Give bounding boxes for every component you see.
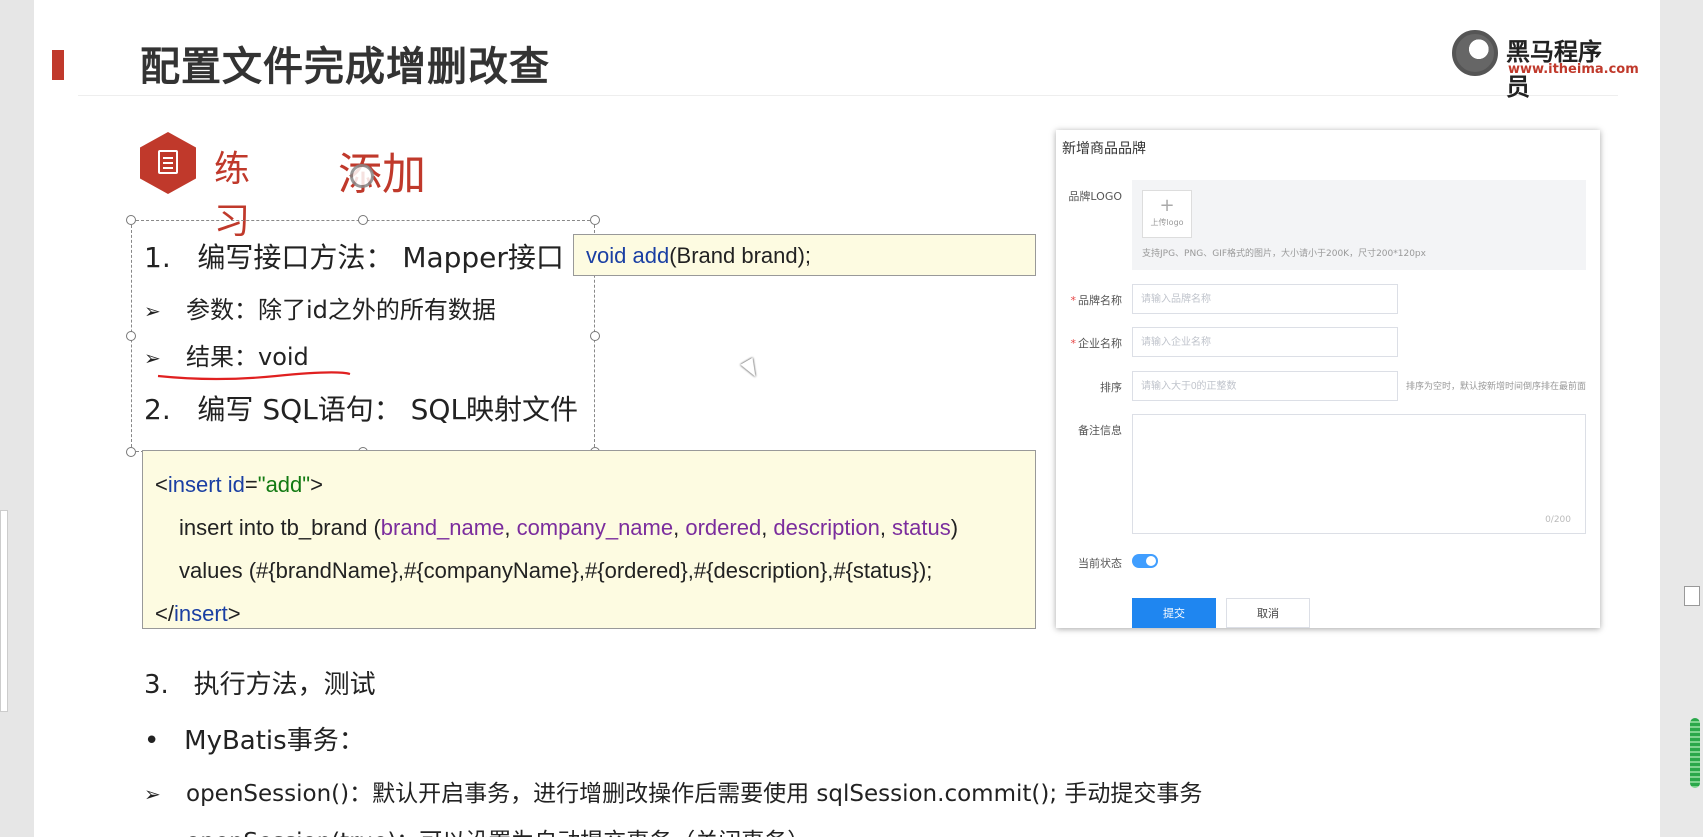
rotate-handle-icon[interactable] — [350, 164, 374, 188]
arrow-bullet-icon: ➢ — [144, 830, 166, 837]
remark-field[interactable]: 0/200 — [1132, 414, 1586, 534]
logo-url: www.itheima.com — [1508, 62, 1639, 77]
slide-title: 配置文件完成增删改查 — [140, 44, 550, 90]
resize-handle-bl[interactable] — [126, 447, 136, 457]
param-line: ➢ 参数：除了id之外的所有数据 — [144, 296, 496, 324]
resize-handle-ml[interactable] — [126, 331, 136, 341]
step-3-number: 3. — [144, 670, 169, 700]
remark-counter: 0/200 — [1545, 515, 1571, 525]
cancel-button[interactable]: 取消 — [1226, 598, 1310, 628]
xml-insert-line: insert into tb_brand (brand_name, compan… — [179, 515, 959, 540]
brand-name-input[interactable] — [1133, 285, 1397, 313]
step-3: 3. 执行方法，测试 — [144, 664, 376, 701]
resize-handle-tr[interactable] — [590, 215, 600, 225]
company-name-label: * 企业名称 — [1070, 337, 1123, 350]
resize-handle-tl[interactable] — [126, 215, 136, 225]
open-session-true-line: ➢openSession(true)：可以设置为自动提交事务（关闭事务） — [144, 822, 810, 837]
status-label: 当前状态 — [1078, 557, 1122, 570]
panel-toggle-box[interactable] — [1684, 586, 1700, 606]
left-panel-strip — [0, 0, 34, 837]
step-2-number: 2. — [144, 393, 171, 426]
signature-params: (Brand brand); — [669, 243, 812, 268]
resize-handle-tm[interactable] — [358, 215, 368, 225]
step-2-text: 编写 SQL语句： SQL映射文件 — [197, 393, 579, 426]
upload-logo-button[interactable]: + 上传logo — [1142, 190, 1192, 238]
document-icon — [158, 150, 178, 174]
company-name-field[interactable] — [1132, 327, 1398, 357]
form-title: 新增商品品牌 — [1062, 141, 1146, 157]
order-hint: 排序为空时，默认按新增时间倒序排在最前面 — [1406, 382, 1587, 392]
step-3-text: 执行方法，测试 — [193, 670, 376, 700]
logo-label: 品牌LOGO — [1068, 190, 1122, 203]
method-signature-box: void add(Brand brand); — [573, 234, 1036, 276]
left-scroll-thumb[interactable] — [0, 510, 8, 712]
logo-upload-area: + 上传logo 支持JPG、PNG、GIF格式的图片，大小请小于200K，尺寸… — [1132, 180, 1586, 270]
order-field[interactable] — [1132, 371, 1398, 401]
remark-label: 备注信息 — [1078, 424, 1122, 437]
horse-logo-icon — [1452, 30, 1498, 76]
red-underline-annotation — [157, 371, 351, 381]
mybatis-tx-bullet: • MyBatis事务： — [144, 726, 365, 756]
logo-hint: 支持JPG、PNG、GIF格式的图片，大小请小于200K，尺寸200*120px — [1142, 249, 1426, 259]
remark-textarea[interactable] — [1133, 415, 1585, 533]
step-1: 1. 编写接口方法： Mapper接口 — [144, 236, 564, 276]
brand-logo: 黑马程序员 www.itheima.com — [1452, 30, 1639, 101]
practice-hex-icon — [140, 132, 196, 194]
xml-close-line: </insert> — [155, 601, 241, 626]
new-brand-form: 新增商品品牌 品牌LOGO + 上传logo 支持JPG、PNG、GIF格式的图… — [1056, 130, 1600, 628]
brand-name-field[interactable] — [1132, 284, 1398, 314]
step-1-number: 1. — [144, 241, 171, 274]
submit-button[interactable]: 提交 — [1132, 598, 1216, 628]
xml-open-line: <insert id="add"> — [155, 472, 323, 497]
signature-keyword: void add — [586, 243, 670, 268]
xml-values-line: values (#{brandName},#{companyName},#{or… — [179, 558, 933, 583]
arrow-bullet-icon: ➢ — [144, 346, 161, 370]
order-input[interactable] — [1133, 372, 1397, 400]
step-2: 2. 编写 SQL语句： SQL映射文件 — [144, 388, 578, 428]
plus-icon: + — [1159, 195, 1175, 216]
mouse-cursor-icon — [740, 357, 762, 381]
slide-canvas: 配置文件完成增删改查 黑马程序员 www.itheima.com 练习 添加 1… — [34, 0, 1660, 837]
title-accent-bar — [52, 50, 64, 80]
xml-mapping-box: <insert id="add"> insert into tb_brand (… — [142, 450, 1036, 629]
vertical-scrollbar[interactable] — [1690, 718, 1700, 788]
right-panel-strip — [1660, 0, 1703, 837]
order-label: 排序 — [1100, 381, 1122, 394]
dot-bullet-icon: • — [144, 726, 160, 756]
resize-handle-mr[interactable] — [590, 331, 600, 341]
title-divider — [78, 95, 1618, 96]
company-name-input[interactable] — [1133, 328, 1397, 356]
arrow-bullet-icon: ➢ — [144, 299, 161, 323]
arrow-bullet-icon: ➢ — [144, 782, 161, 806]
step-1-text: 编写接口方法： Mapper接口 — [197, 241, 564, 274]
result-line: ➢ 结果：void — [144, 343, 309, 371]
open-session-line: ➢ openSession()：默认开启事务，进行增删改操作后需要使用 sqlSe… — [144, 781, 1203, 807]
brand-name-label: * 品牌名称 — [1070, 294, 1123, 307]
status-toggle[interactable] — [1132, 554, 1158, 568]
